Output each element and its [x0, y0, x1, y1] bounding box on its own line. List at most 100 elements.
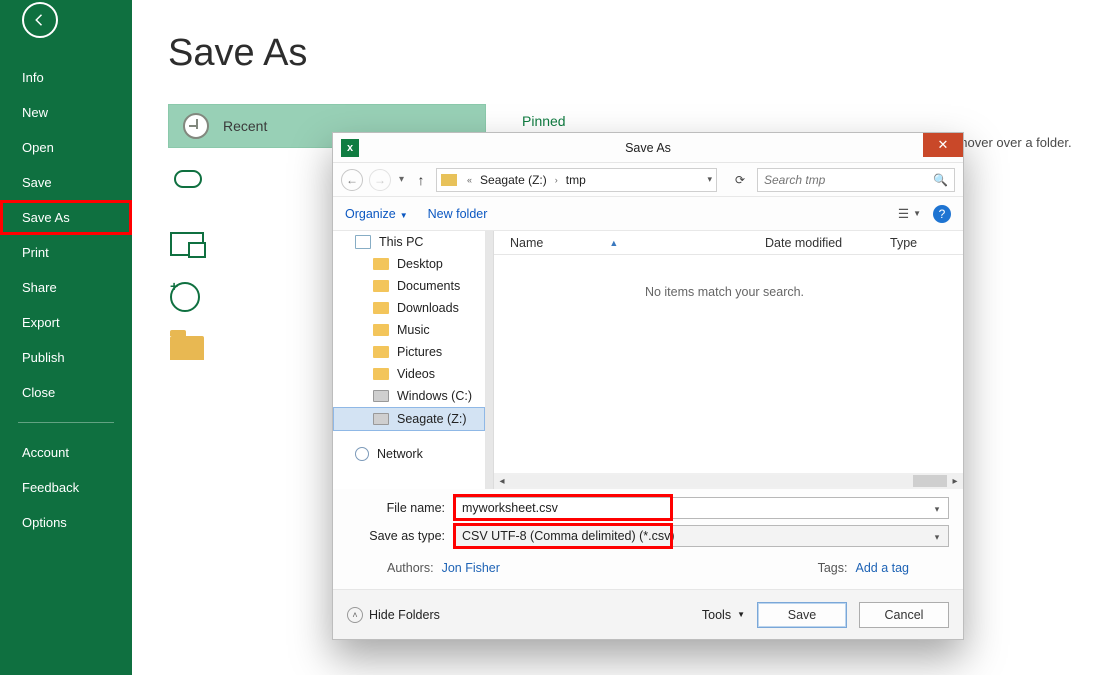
organize-menu[interactable]: Organize▼	[345, 207, 408, 221]
sidebar-item-new[interactable]: New	[0, 95, 132, 130]
nav-back-button[interactable]: ←	[341, 169, 363, 191]
sidebar-item-share[interactable]: Share	[0, 270, 132, 305]
sidebar-item-save-as[interactable]: Save As	[0, 200, 132, 235]
chevron-down-icon[interactable]: ▾	[929, 529, 945, 545]
tree-pictures[interactable]: Pictures	[333, 341, 485, 363]
sidebar-item-label: Options	[22, 515, 67, 530]
sidebar-item-save[interactable]: Save	[0, 165, 132, 200]
close-button[interactable]: ✕	[923, 133, 963, 157]
cancel-button[interactable]: Cancel	[859, 602, 949, 628]
pc-icon	[355, 235, 371, 249]
sidebar-item-print[interactable]: Print	[0, 235, 132, 270]
sidebar-item-export[interactable]: Export	[0, 305, 132, 340]
chevron-down-icon: ▼	[737, 610, 745, 619]
refresh-button[interactable]: ⟳	[729, 173, 751, 187]
folder-icon	[373, 280, 389, 292]
tree-label: Pictures	[397, 345, 442, 359]
tools-label: Tools	[702, 608, 731, 622]
tree-label: Music	[397, 323, 430, 337]
folder-icon	[373, 368, 389, 380]
nav-history-dropdown[interactable]: ▾	[397, 174, 406, 185]
scroll-thumb[interactable]	[913, 475, 947, 487]
column-type[interactable]: Type	[890, 236, 917, 250]
dialog-title: Save As	[625, 141, 671, 155]
sidebar-item-options[interactable]: Options	[0, 505, 132, 540]
breadcrumb-drive[interactable]: Seagate (Z:)	[480, 173, 547, 187]
search-input[interactable]	[764, 173, 933, 187]
tree-label: Windows (C:)	[397, 389, 472, 403]
view-mode-button[interactable]: ☰ ▼	[898, 206, 921, 221]
search-icon[interactable]: 🔍	[933, 173, 948, 187]
recent-label: Recent	[223, 118, 267, 134]
tree-downloads[interactable]: Downloads	[333, 297, 485, 319]
hide-folders-button[interactable]: ˄ Hide Folders	[347, 607, 440, 623]
nav-up-button[interactable]: ↑	[412, 172, 430, 188]
sidebar-item-label: Share	[22, 280, 57, 295]
onedrive-icon[interactable]	[174, 170, 202, 188]
scroll-track[interactable]	[510, 475, 947, 487]
address-bar[interactable]: « Seagate (Z:) › tmp ▾	[436, 168, 717, 192]
excel-app-icon: x	[341, 139, 359, 157]
tree-seagate-z[interactable]: Seagate (Z:)	[333, 407, 485, 431]
help-button[interactable]: ?	[933, 205, 951, 223]
tree-label: Desktop	[397, 257, 443, 271]
tools-menu[interactable]: Tools ▼	[702, 608, 745, 622]
tree-music[interactable]: Music	[333, 319, 485, 341]
horizontal-scrollbar[interactable]: ◂ ▸	[494, 473, 963, 489]
organize-label: Organize	[345, 207, 396, 221]
savetype-label: Save as type:	[347, 529, 455, 543]
empty-message: No items match your search.	[486, 285, 963, 299]
search-box[interactable]: 🔍	[757, 168, 955, 192]
arrow-left-icon	[31, 11, 49, 29]
tags-value[interactable]: Add a tag	[855, 561, 909, 575]
chevron-up-icon: ˄	[347, 607, 363, 623]
column-date[interactable]: Date modified	[765, 236, 890, 250]
sidebar-item-label: Save As	[22, 210, 70, 225]
sidebar-item-label: Info	[22, 70, 44, 85]
scroll-right-icon[interactable]: ▸	[947, 476, 963, 487]
tree-documents[interactable]: Documents	[333, 275, 485, 297]
breadcrumb-chevron: «	[465, 175, 474, 185]
sort-indicator-icon: ▲	[609, 238, 618, 248]
sidebar-item-open[interactable]: Open	[0, 130, 132, 165]
scroll-left-icon[interactable]: ◂	[494, 476, 510, 487]
save-button[interactable]: Save	[757, 602, 847, 628]
sidebar-item-account[interactable]: Account	[0, 435, 132, 470]
chevron-down-icon[interactable]: ▾	[929, 501, 945, 517]
authors-value[interactable]: Jon Fisher	[442, 561, 500, 575]
new-folder-button[interactable]: New folder	[428, 207, 488, 221]
filename-input[interactable]: myworksheet.csv ▾	[455, 497, 949, 519]
column-headers: Name▲ Date modified Type	[486, 231, 963, 255]
hide-folders-label: Hide Folders	[369, 608, 440, 622]
sidebar-item-label: Publish	[22, 350, 65, 365]
savetype-select[interactable]: CSV UTF-8 (Comma delimited) (*.csv) ▾	[455, 525, 949, 547]
authors-field: Authors: Jon Fisher	[387, 561, 500, 575]
tree-label: Downloads	[397, 301, 459, 315]
this-pc-icon[interactable]	[170, 232, 204, 256]
sidebar-item-close[interactable]: Close	[0, 375, 132, 410]
sidebar-item-label: New	[22, 105, 48, 120]
back-button[interactable]	[22, 2, 58, 38]
sidebar-item-publish[interactable]: Publish	[0, 340, 132, 375]
folder-icon	[373, 324, 389, 336]
sidebar-item-info[interactable]: Info	[0, 60, 132, 95]
folder-icon	[373, 346, 389, 358]
tree-network[interactable]: Network	[333, 443, 485, 465]
tags-field: Tags: Add a tag	[818, 561, 909, 575]
tree-videos[interactable]: Videos	[333, 363, 485, 385]
breadcrumb-folder[interactable]: tmp	[566, 173, 586, 187]
drive-icon	[441, 174, 457, 186]
browse-folder-icon[interactable]	[170, 336, 204, 360]
dialog-titlebar: x Save As ✕	[333, 133, 963, 163]
column-name[interactable]: Name▲	[510, 236, 765, 250]
pane-splitter[interactable]	[486, 231, 494, 489]
sidebar-item-label: Close	[22, 385, 55, 400]
sidebar-item-feedback[interactable]: Feedback	[0, 470, 132, 505]
tree-this-pc[interactable]: This PC	[333, 231, 485, 253]
savetype-row: Save as type: CSV UTF-8 (Comma delimited…	[347, 525, 949, 547]
tree-desktop[interactable]: Desktop	[333, 253, 485, 275]
address-dropdown[interactable]: ▾	[707, 174, 712, 185]
tree-windows-c[interactable]: Windows (C:)	[333, 385, 485, 407]
add-place-icon[interactable]	[170, 282, 200, 312]
folder-tree[interactable]: This PC Desktop Documents Downloads Musi…	[333, 231, 485, 489]
